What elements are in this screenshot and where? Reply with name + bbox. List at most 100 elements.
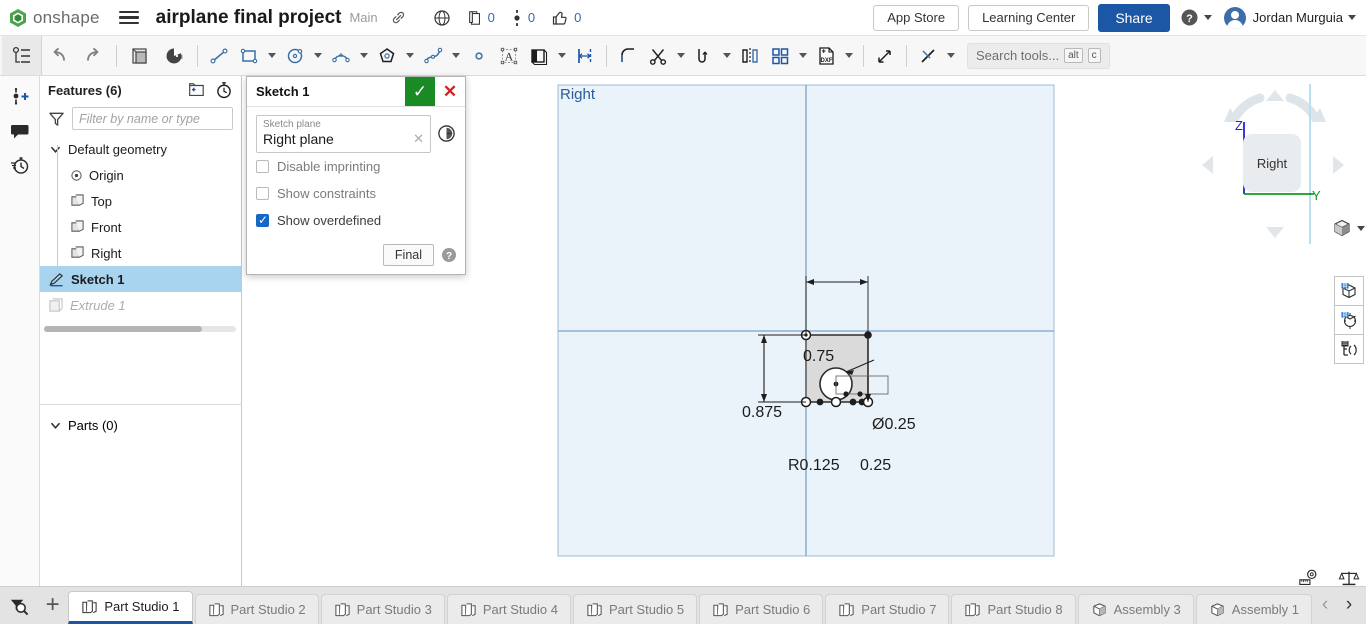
circle-tool-icon[interactable] bbox=[280, 40, 310, 72]
help-menu[interactable]: ? bbox=[1180, 8, 1212, 27]
chevron-left-icon[interactable]: ‹ bbox=[1314, 590, 1336, 620]
view-cube-face[interactable]: Right bbox=[1243, 134, 1301, 192]
disable-imprinting-checkbox[interactable]: Disable imprinting bbox=[256, 153, 456, 180]
checkbox-box[interactable] bbox=[256, 187, 269, 200]
tree-row-default-geometry[interactable]: Default geometry bbox=[40, 136, 241, 162]
bottom-dimension[interactable]: 0.25 bbox=[860, 457, 891, 475]
chevron-down-icon[interactable] bbox=[673, 40, 689, 72]
view-cube[interactable]: Right Z Y bbox=[1200, 84, 1350, 244]
clock-icon[interactable] bbox=[437, 124, 456, 143]
chevron-down-icon[interactable] bbox=[356, 40, 372, 72]
left-vertical-dimension[interactable]: 0.875 bbox=[742, 404, 782, 422]
circle-diameter-dimension[interactable]: Ø0.25 bbox=[872, 416, 916, 434]
tree-row-right[interactable]: Right bbox=[40, 240, 241, 266]
history-icon[interactable] bbox=[0, 148, 40, 182]
rectangle-tool-icon[interactable] bbox=[234, 40, 264, 72]
help-icon[interactable]: ? bbox=[441, 247, 457, 263]
tab-part-studio-7[interactable]: Part Studio 7 bbox=[825, 594, 950, 624]
polygon-tool-icon[interactable] bbox=[372, 40, 402, 72]
tree-row-origin[interactable]: Origin bbox=[40, 162, 241, 188]
tab-assembly-1[interactable]: Assembly 1 bbox=[1195, 594, 1312, 624]
chevron-down-icon[interactable] bbox=[310, 40, 326, 72]
sketch-panel-icon[interactable] bbox=[123, 40, 157, 72]
chevron-down-icon[interactable] bbox=[264, 40, 280, 72]
pattern-tool-icon[interactable] bbox=[765, 40, 795, 72]
stat-likes[interactable]: 0 bbox=[551, 9, 581, 27]
construction-tool-icon[interactable] bbox=[913, 40, 943, 72]
extend-tool-icon[interactable] bbox=[689, 40, 719, 72]
checkmark-icon[interactable]: ✓ bbox=[405, 77, 435, 106]
arrow-right-icon[interactable] bbox=[1333, 156, 1344, 174]
user-menu[interactable]: Jordan Murguia bbox=[1223, 6, 1356, 29]
sketch-shaded-icon[interactable] bbox=[157, 40, 191, 72]
final-button[interactable]: Final bbox=[382, 244, 434, 266]
chevron-down-icon[interactable] bbox=[448, 40, 464, 72]
share-button[interactable]: Share bbox=[1098, 3, 1170, 32]
line-tool-icon[interactable] bbox=[204, 40, 234, 72]
onshape-logo[interactable]: onshape bbox=[8, 8, 100, 28]
chevron-down-icon[interactable] bbox=[402, 40, 418, 72]
chevron-down-icon[interactable] bbox=[795, 40, 811, 72]
chevron-down-icon[interactable] bbox=[719, 40, 735, 72]
tab-part-studio-4[interactable]: Part Studio 4 bbox=[446, 594, 571, 624]
chevron-down-icon[interactable] bbox=[1348, 15, 1356, 20]
stopwatch-icon[interactable] bbox=[215, 81, 233, 99]
spline-tool-icon[interactable] bbox=[418, 40, 448, 72]
sketch-plane-field[interactable]: Sketch plane Right plane ✕ bbox=[256, 115, 431, 153]
x-icon[interactable]: ✕ bbox=[435, 77, 465, 106]
dimension-tool-icon[interactable] bbox=[570, 40, 600, 72]
offset-tool-icon[interactable] bbox=[524, 40, 554, 72]
chevron-down-icon[interactable] bbox=[1357, 225, 1365, 231]
tree-row-front[interactable]: Front bbox=[40, 214, 241, 240]
checkbox-box[interactable] bbox=[256, 213, 269, 227]
stat-copies[interactable]: 0 bbox=[467, 10, 495, 26]
show-overdefined-checkbox[interactable]: Show overdefined bbox=[256, 207, 456, 234]
tab-part-studio-8[interactable]: Part Studio 8 bbox=[951, 594, 1076, 624]
add-tab-icon[interactable]: + bbox=[37, 586, 68, 624]
redo-icon[interactable] bbox=[76, 40, 110, 72]
globe-icon[interactable] bbox=[433, 9, 451, 27]
chevron-right-icon[interactable]: › bbox=[1338, 590, 1360, 620]
render-view-icon[interactable] bbox=[1334, 334, 1364, 364]
chevron-down-icon[interactable] bbox=[48, 420, 62, 431]
trim-tool-icon[interactable] bbox=[643, 40, 673, 72]
fillet-tool-icon[interactable] bbox=[613, 40, 643, 72]
hamburger-icon[interactable] bbox=[116, 8, 142, 28]
measure-tape-icon[interactable] bbox=[1298, 568, 1320, 588]
feature-panel-hscrollbar[interactable] bbox=[44, 326, 236, 332]
top-horizontal-dimension[interactable]: 0.75 bbox=[803, 348, 834, 366]
section-view-icon[interactable] bbox=[1334, 305, 1364, 335]
arrow-up-icon[interactable] bbox=[1266, 90, 1284, 101]
tab-assembly-3[interactable]: Assembly 3 bbox=[1077, 594, 1194, 624]
show-constraints-checkbox[interactable]: Show constraints bbox=[256, 180, 456, 207]
text-tool-icon[interactable]: A bbox=[494, 40, 524, 72]
branch-label[interactable]: Main bbox=[349, 10, 377, 25]
chevron-down-icon[interactable] bbox=[1203, 15, 1212, 20]
learning-center-button[interactable]: Learning Center bbox=[968, 4, 1090, 31]
fillet-radius-dimension[interactable]: R0.125 bbox=[788, 457, 840, 475]
tab-part-studio-1[interactable]: Part Studio 1 bbox=[68, 591, 193, 624]
transform-tool-icon[interactable] bbox=[870, 40, 900, 72]
undo-icon[interactable] bbox=[42, 40, 76, 72]
feature-list-icon[interactable] bbox=[2, 36, 42, 75]
tab-part-studio-6[interactable]: Part Studio 6 bbox=[699, 594, 824, 624]
tab-part-studio-2[interactable]: Part Studio 2 bbox=[194, 594, 319, 624]
mass-properties-icon[interactable] bbox=[1338, 568, 1360, 588]
arrow-down-icon[interactable] bbox=[1266, 227, 1284, 238]
clear-x-icon[interactable]: ✕ bbox=[413, 131, 424, 147]
tree-row-sketch-1[interactable]: Sketch 1 bbox=[40, 266, 241, 292]
stat-versions[interactable]: 0 bbox=[511, 9, 535, 27]
view-cube-menu-icon[interactable] bbox=[1332, 218, 1365, 238]
point-tool-icon[interactable] bbox=[464, 40, 494, 72]
app-store-button[interactable]: App Store bbox=[873, 4, 960, 31]
search-tools-input[interactable]: Search tools... alt c bbox=[967, 42, 1110, 69]
tab-search-icon[interactable] bbox=[0, 586, 37, 624]
tab-part-studio-5[interactable]: Part Studio 5 bbox=[572, 594, 698, 624]
filter-input[interactable]: Filter by name or type bbox=[72, 107, 233, 130]
mirror-tool-icon[interactable] bbox=[735, 40, 765, 72]
tree-row-extrude-1[interactable]: Extrude 1 bbox=[40, 292, 241, 318]
tab-part-studio-3[interactable]: Part Studio 3 bbox=[320, 594, 445, 624]
link-icon[interactable] bbox=[390, 9, 407, 26]
add-instance-icon[interactable] bbox=[0, 80, 40, 114]
filter-icon[interactable] bbox=[48, 111, 65, 127]
